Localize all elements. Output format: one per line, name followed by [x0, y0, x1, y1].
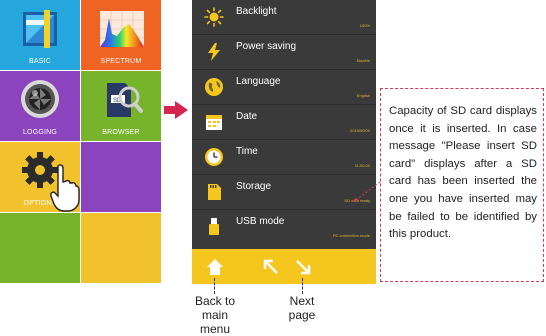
empty-tile: [81, 213, 161, 283]
empty-tile: [0, 213, 80, 283]
hand-pointer-icon: [50, 164, 80, 212]
setting-value: 2019/00/00: [349, 128, 370, 133]
usb-icon: [209, 218, 219, 235]
tile-label: LOGGING: [22, 129, 58, 136]
sd-card-icon: [208, 184, 221, 200]
sd-card-search-icon: SD: [107, 83, 143, 117]
setting-value: English: [356, 93, 370, 98]
options-tile[interactable]: OPTIONS: [0, 142, 80, 212]
setting-label: Power saving: [236, 41, 297, 52]
logging-tile[interactable]: LOGGING: [0, 71, 80, 141]
callout-text: Capacity of SD card displays once it is …: [389, 105, 537, 241]
page-up-icon[interactable]: [262, 258, 280, 276]
setting-row-usb-mode[interactable]: USB mode PC connection mode: [192, 210, 376, 244]
globe-icon: [205, 78, 223, 96]
bottom-toolbar: [192, 249, 376, 284]
next-caption: Next page: [288, 294, 316, 322]
basic-icon: [23, 10, 57, 48]
setting-row-language[interactable]: Language English: [192, 70, 376, 105]
basic-tile[interactable]: BASIC: [0, 0, 80, 70]
lightning-icon: [208, 43, 220, 61]
setting-value: Disable: [356, 58, 370, 63]
spectrum-icon: [100, 11, 144, 47]
tile-label: SPECTRUM: [100, 58, 142, 65]
setting-value: 11:00:00: [354, 163, 370, 168]
main-menu-grid: BASIC SPECTRUM LOGGING SD BROWSER OPTION…: [0, 0, 161, 283]
storage-callout: Capacity of SD card displays once it is …: [380, 88, 544, 282]
setting-label: Storage: [236, 181, 272, 192]
setting-row-backlight[interactable]: Backlight 100%: [192, 0, 376, 35]
setting-label: Backlight: [236, 6, 277, 17]
setting-row-storage[interactable]: Storage SD card ready: [192, 175, 376, 210]
sun-icon: [204, 7, 224, 27]
next-pointer-line: [302, 278, 303, 294]
setting-label: Date: [236, 111, 258, 122]
setting-value: PC connection mode: [332, 233, 370, 238]
camera-lens-icon: [21, 80, 59, 118]
browser-tile[interactable]: SD BROWSER: [81, 71, 161, 141]
home-caption: Back to main menu: [194, 294, 236, 336]
setting-row-power-saving[interactable]: Power saving Disable: [192, 35, 376, 70]
setting-label: Language: [236, 76, 281, 87]
setting-row-time[interactable]: Time 11:00:00: [192, 140, 376, 175]
tile-label: BASIC: [28, 58, 51, 65]
setting-label: USB mode: [236, 216, 285, 227]
settings-screen: Backlight 100% Power saving Disable Lang…: [192, 0, 376, 284]
tile-label: BROWSER: [102, 129, 140, 136]
right-arrow-icon: [164, 101, 188, 119]
home-pointer-line: [214, 278, 215, 294]
setting-row-date[interactable]: Date 2019/00/00: [192, 105, 376, 140]
empty-tile: [81, 142, 161, 212]
page-down-icon[interactable]: [294, 258, 312, 276]
spectrum-tile[interactable]: SPECTRUM: [81, 0, 161, 70]
setting-value: 100%: [359, 23, 370, 28]
calendar-icon: [206, 115, 222, 130]
setting-label: Time: [236, 146, 258, 157]
home-icon[interactable]: [206, 258, 224, 276]
clock-icon: [205, 148, 223, 166]
